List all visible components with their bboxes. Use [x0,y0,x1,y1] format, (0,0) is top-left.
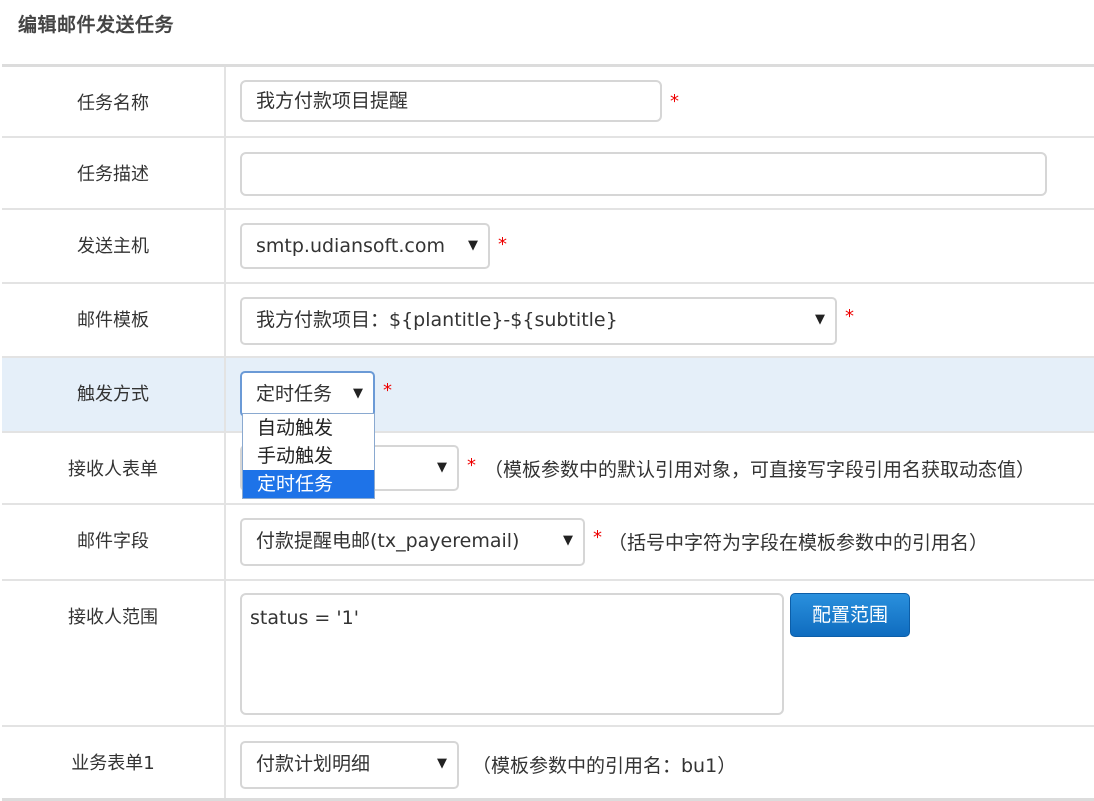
row-mail-template: 邮件模板 我方付款项目：${plantitle}-${subtitle} ▼ * [2,284,1094,358]
row-task-desc: 任务描述 [2,138,1094,210]
trigger-option-auto[interactable]: 自动触发 [243,414,374,442]
row-task-name: 任务名称 我方付款项目提醒 * [2,67,1094,138]
required-marker: * [383,380,392,401]
required-marker: * [670,91,679,112]
configure-scope-button[interactable]: 配置范围 [790,593,910,637]
required-marker: * [845,306,854,327]
chevron-down-icon: ▼ [353,386,363,401]
label-task-name: 任务名称 [2,67,226,136]
row-recipient-form: 接收人表单 ▼ * （模板参数中的默认引用对象，可直接写字段引用名获取动态值） [2,433,1094,505]
page-title: 编辑邮件发送任务 [18,14,175,36]
label-recipient-form: 接收人表单 [2,433,226,503]
chevron-down-icon: ▼ [437,756,447,771]
required-marker: * [593,527,602,548]
mail-field-value: 付款提醒电邮(tx_payeremail) [256,530,520,552]
row-recipient-scope: 接收人范围 status = '1' 配置范围 [2,581,1094,727]
mail-template-select[interactable]: 我方付款项目：${plantitle}-${subtitle} ▼ [240,297,837,345]
row-trigger: 触发方式 定时任务 ▼ * [2,358,1094,433]
task-name-input[interactable]: 我方付款项目提醒 [240,80,662,122]
required-marker: * [498,234,507,255]
row-mail-field: 邮件字段 付款提醒电邮(tx_payeremail) ▼ * （括号中字符为字段… [2,505,1094,581]
chevron-down-icon: ▼ [563,533,573,548]
required-marker: * [467,455,476,476]
trigger-option-manual[interactable]: 手动触发 [243,442,374,470]
label-biz-form1: 业务表单1 [2,727,226,798]
trigger-select[interactable]: 定时任务 ▼ [240,371,375,417]
trigger-dropdown-list: 自动触发 手动触发 定时任务 [242,413,375,499]
mail-template-value: 我方付款项目：${plantitle}-${subtitle} [256,309,618,331]
chevron-down-icon: ▼ [437,460,447,475]
chevron-down-icon: ▼ [815,312,825,327]
label-task-desc: 任务描述 [2,138,226,208]
label-recipient-scope: 接收人范围 [2,581,226,725]
smtp-host-value: smtp.udiansoft.com [256,235,445,257]
biz-form1-select[interactable]: 付款计划明细 ▼ [240,741,459,789]
recipient-scope-textarea[interactable]: status = '1' [240,593,784,715]
row-smtp-host: 发送主机 smtp.udiansoft.com ▼ * [2,210,1094,284]
row-biz-form1: 业务表单1 付款计划明细 ▼ （模板参数中的引用名：bu1） [2,727,1094,801]
task-desc-input[interactable] [240,152,1047,196]
biz-form1-value: 付款计划明细 [256,753,371,775]
label-trigger: 触发方式 [2,358,226,431]
mail-field-hint: （括号中字符为字段在模板参数中的引用名） [608,532,989,554]
form-table: 任务名称 我方付款项目提醒 * 任务描述 发送主机 smtp.udiansoft… [2,64,1094,801]
recipient-form-hint: （模板参数中的默认引用对象，可直接写字段引用名获取动态值） [484,459,1036,481]
trigger-value: 定时任务 [256,383,333,405]
label-mail-field: 邮件字段 [2,505,226,579]
smtp-host-select[interactable]: smtp.udiansoft.com ▼ [240,223,490,269]
chevron-down-icon: ▼ [468,238,478,253]
mail-field-select[interactable]: 付款提醒电邮(tx_payeremail) ▼ [240,518,585,566]
label-mail-template: 邮件模板 [2,284,226,356]
trigger-option-scheduled[interactable]: 定时任务 [243,470,374,498]
label-smtp-host: 发送主机 [2,210,226,282]
biz-form1-hint: （模板参数中的引用名：bu1） [472,755,737,777]
